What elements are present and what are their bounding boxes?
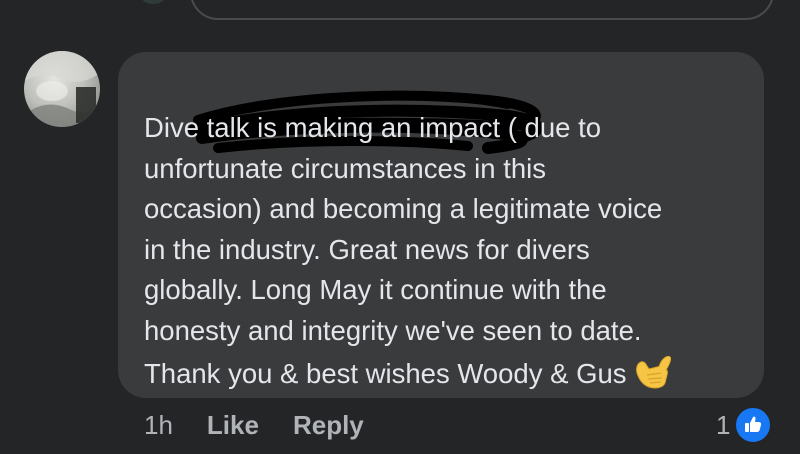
comment-line: occasion) and becoming a legitimate voic… [144,193,663,224]
comment-line: unfortunate circumstances in this [144,152,546,184]
reaction-count: 1 [716,409,731,440]
avatar-photo-icon [24,51,100,127]
comment-timestamp[interactable]: 1h [144,410,173,441]
thumbs-up-icon [734,406,773,444]
comment-last-line: Thank you & best wishes Woody & Gus [144,351,754,395]
comment-line: honesty and integrity we've seen to date… [144,314,642,346]
reaction-summary[interactable]: 1 [716,406,773,444]
comment-thread: Dive talk is making an impact ( due to u… [0,0,800,454]
reply-button[interactable]: Reply [293,410,364,441]
call-me-hand-emoji-icon [635,356,671,389]
comment-line: Dive talk is making an impact ( due to [144,112,601,143]
previous-comment-input[interactable] [190,0,774,20]
comment-bubble: Dive talk is making an impact ( due to u… [118,52,764,398]
like-button[interactable]: Like [207,410,259,441]
previous-avatar-fragment [138,0,168,4]
avatar[interactable] [24,51,100,127]
comment-line: Thank you & best wishes Woody & Gus [144,358,627,389]
comment-actions: 1h Like Reply [144,408,398,442]
comment-text: Dive talk is making an impact ( due to u… [144,108,754,395]
comment-line: in the industry. Great news for divers [144,233,590,265]
comment-line: globally. Long May it continue with the [144,274,607,305]
